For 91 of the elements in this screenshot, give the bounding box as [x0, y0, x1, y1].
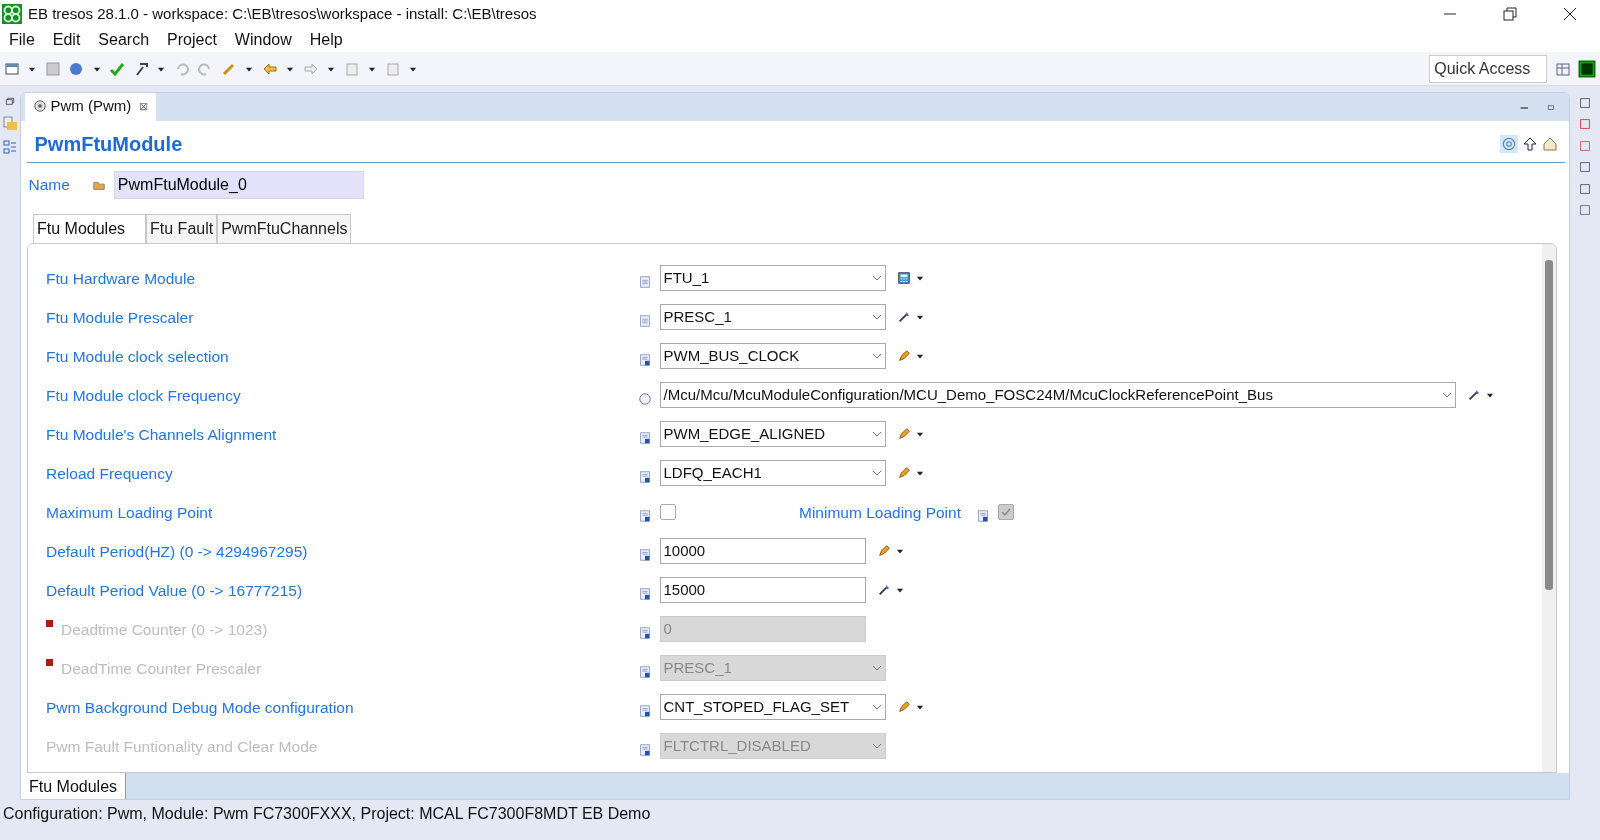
close-icon[interactable]	[1562, 6, 1578, 22]
field-label: Default Period Value (0 -> 16777215)	[46, 580, 303, 601]
field-label: Pwm Background Debug Mode configuration	[46, 697, 354, 718]
checkbox[interactable]	[659, 504, 676, 521]
name-field[interactable]: PwmFtuModule_0	[113, 170, 364, 199]
pencil-icon	[896, 466, 911, 481]
parameter-icon	[638, 665, 652, 680]
terminal-icon[interactable]	[1578, 59, 1597, 78]
field-label: Maximum Loading Point	[46, 502, 213, 523]
tool-button[interactable]	[896, 310, 925, 325]
tool-button[interactable]	[896, 349, 925, 364]
outline-icon[interactable]	[2, 138, 18, 155]
app-logo-icon	[2, 4, 22, 24]
bottom-tab[interactable]: Ftu Modules	[21, 772, 127, 799]
parameter-icon	[638, 509, 652, 524]
field-label: Minimum Loading Point	[799, 502, 961, 523]
check-icon[interactable]	[109, 60, 126, 77]
input-field[interactable]: 10000	[659, 538, 866, 565]
field-label: Default Period(HZ) (0 -> 4294967295)	[46, 541, 308, 562]
calculator-icon	[896, 271, 911, 286]
close-tab-button[interactable]: ⊠	[138, 97, 148, 114]
menu-item[interactable]: Edit	[43, 28, 90, 52]
wand-icon	[876, 583, 891, 598]
quick-access-field[interactable]: Quick Access	[1429, 54, 1548, 83]
tool-button[interactable]	[896, 271, 925, 286]
error-marker-icon	[46, 619, 53, 627]
pencil-icon	[876, 544, 891, 559]
parameter-icon	[638, 353, 652, 368]
menu-item[interactable]: Project	[158, 28, 226, 52]
scrollbar[interactable]	[1542, 243, 1556, 772]
page-heading: PwmFtuModule	[34, 131, 184, 157]
reference-icon	[638, 392, 652, 407]
pencil-icon	[896, 349, 911, 364]
tool-button[interactable]	[896, 700, 925, 715]
dropdown-field[interactable]: /Mcu/Mcu/McuModuleConfiguration/MCU_Demo_FOSC24M/McuClockReferencePoint_Bus	[659, 382, 1456, 409]
input-field: 0	[659, 616, 866, 643]
field-label: Ftu Module clock Frequency	[46, 385, 241, 406]
parameter-icon	[638, 587, 652, 602]
dropdown-field[interactable]: PWM_BUS_CLOCK	[659, 343, 886, 370]
menu-item[interactable]: Help	[300, 28, 352, 52]
field-label: Ftu Hardware Module	[46, 268, 196, 289]
parameter-icon	[638, 314, 652, 329]
pencil-icon	[896, 700, 911, 715]
dropdown-field[interactable]: PRESC_1	[659, 304, 886, 331]
pencil-icon	[896, 427, 911, 442]
wand-icon	[1466, 388, 1481, 403]
input-field[interactable]: 15000	[659, 577, 866, 604]
tab[interactable]: Ftu Modules	[33, 213, 147, 243]
field-label: Deadtime Counter (0 -> 1023)	[61, 619, 268, 640]
parameter-icon	[638, 743, 652, 758]
tab[interactable]: PwmFtuChannels	[217, 213, 352, 243]
module-icon	[32, 98, 47, 113]
field-label: Reload Frequency	[46, 463, 173, 484]
dropdown-field: PRESC_1	[659, 655, 886, 682]
parameter-icon	[638, 275, 652, 290]
tool-button[interactable]	[1466, 388, 1495, 403]
dropdown-field[interactable]: CNT_STOPED_FLAG_SET	[659, 694, 886, 721]
field-label: DeadTime Counter Prescaler	[61, 658, 262, 679]
parameter-icon	[638, 704, 652, 719]
parameter-icon	[638, 626, 652, 641]
editor-tab[interactable]: Pwm (Pwm) ⊠	[24, 93, 156, 121]
field-label: Name	[28, 175, 70, 196]
wand-icon	[896, 310, 911, 325]
home-icon[interactable]	[1541, 135, 1558, 152]
window-title: EB tresos 28.1.0 - workspace: C:\EB\tresos\workspace - install: C:\EB\tresos	[28, 3, 538, 24]
tool-button[interactable]	[896, 466, 925, 481]
tool-button[interactable]	[876, 583, 905, 598]
parameter-icon	[976, 509, 991, 524]
menu-item[interactable]: File	[0, 28, 44, 52]
perspective-icon[interactable]	[1554, 60, 1571, 77]
new-window-icon[interactable]	[3, 60, 20, 77]
menu-item[interactable]: Search	[89, 28, 159, 52]
dropdown-field[interactable]: FTU_1	[659, 265, 886, 292]
status-text: Configuration: Pwm, Module: Pwm FC7300FXXX, Project: MCAL FC7300F8MDT EB Demo	[2, 804, 652, 824]
parameter-icon	[638, 548, 652, 563]
error-marker-icon	[46, 658, 53, 666]
parameter-icon	[638, 431, 652, 446]
field-label: Ftu Module Prescaler	[46, 307, 194, 328]
field-label: Ftu Module clock selection	[46, 346, 229, 367]
parameter-icon	[638, 470, 652, 485]
dropdown-field[interactable]: LDFQ_EACH1	[659, 460, 886, 487]
up-arrow-icon[interactable]	[1521, 135, 1538, 152]
menu-item[interactable]: Window	[225, 28, 301, 52]
tool-button[interactable]	[896, 427, 925, 442]
at-icon[interactable]	[1499, 134, 1518, 153]
field-label: Pwm Fault Funtionality and Clear Mode	[46, 736, 318, 757]
dropdown-field[interactable]: PWM_EDGE_ALIGNED	[659, 421, 886, 448]
tab[interactable]: Ftu Fault	[146, 213, 218, 243]
field-label: Ftu Module's Channels Alignment	[46, 424, 277, 445]
dropdown-field: FLTCTRL_DISABLED	[659, 733, 886, 760]
tool-button[interactable]	[876, 544, 905, 559]
